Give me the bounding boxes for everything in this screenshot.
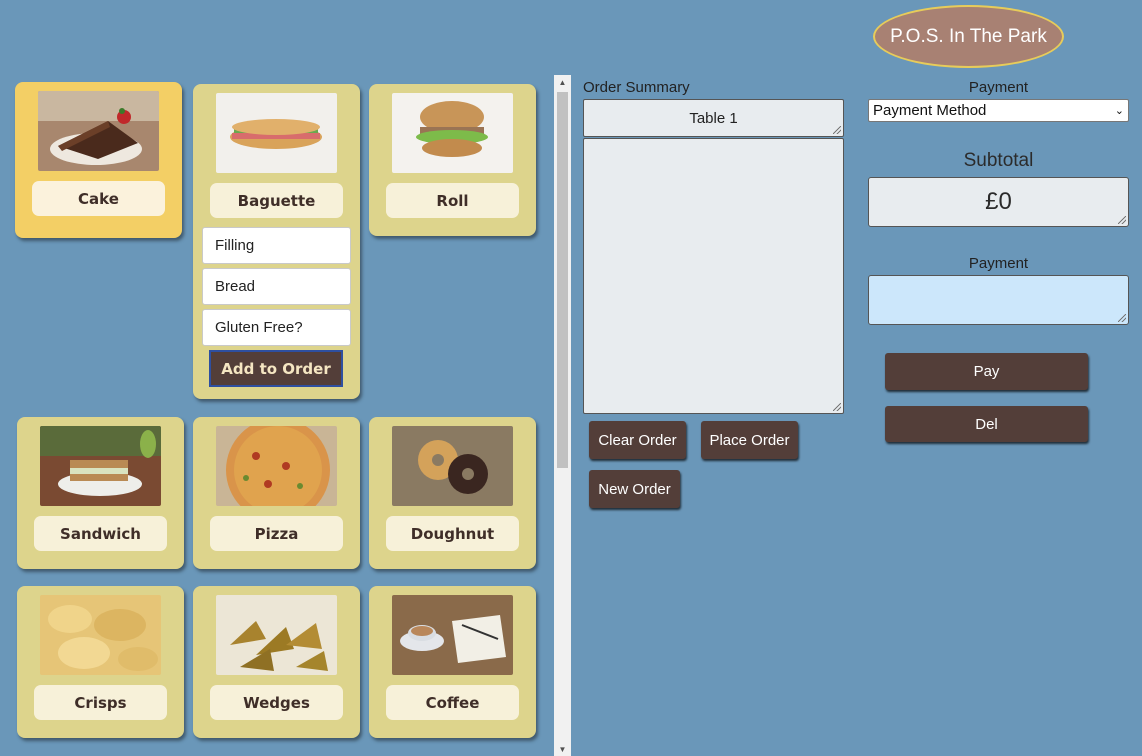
- pizza-photo: [216, 426, 337, 506]
- wedges-photo: [216, 595, 337, 675]
- product-card-baguette[interactable]: Baguette Filling Bread Gluten Free? Add …: [193, 84, 360, 399]
- resize-handle-icon[interactable]: [1118, 216, 1126, 224]
- subtotal-field[interactable]: £0: [868, 177, 1129, 227]
- scroll-up-arrow-icon[interactable]: ▲: [554, 75, 571, 89]
- product-card-wedges[interactable]: Wedges: [193, 586, 360, 738]
- product-name: Pizza: [210, 516, 343, 551]
- crisps-photo: [40, 595, 161, 675]
- product-card-pizza[interactable]: Pizza: [193, 417, 360, 569]
- product-name: Wedges: [210, 685, 343, 720]
- bread-select[interactable]: Bread: [202, 268, 351, 305]
- new-order-button[interactable]: New Order: [589, 470, 680, 508]
- resize-handle-icon[interactable]: [1118, 314, 1126, 322]
- product-name: Roll: [386, 183, 519, 218]
- gluten-free-select[interactable]: Gluten Free?: [202, 309, 351, 346]
- bread-label: Bread: [215, 278, 256, 295]
- product-card-roll[interactable]: Roll: [369, 84, 536, 236]
- order-items-area[interactable]: [583, 138, 844, 414]
- product-scrollbar[interactable]: ▲ ▼: [554, 75, 571, 756]
- filling-select[interactable]: Filling: [202, 227, 351, 264]
- order-summary-label: Order Summary: [583, 79, 690, 96]
- table-value: Table 1: [689, 109, 738, 127]
- filling-label: Filling: [215, 237, 255, 254]
- product-name: Doughnut: [386, 516, 519, 551]
- del-button[interactable]: Del: [885, 406, 1088, 442]
- payment-label: Payment: [968, 255, 1029, 272]
- payment-heading: Payment: [968, 79, 1029, 96]
- pay-button[interactable]: Pay: [885, 353, 1088, 390]
- scrollbar-thumb[interactable]: [557, 92, 568, 468]
- resize-handle-icon[interactable]: [833, 403, 841, 411]
- product-card-cake[interactable]: Cake: [15, 82, 182, 238]
- cake-photo: [38, 91, 159, 171]
- product-name: Baguette: [210, 183, 343, 218]
- brand-badge: P.O.S. In The Park: [873, 5, 1064, 68]
- add-to-order-button[interactable]: Add to Order: [209, 350, 343, 387]
- clear-order-button[interactable]: Clear Order: [589, 421, 686, 459]
- product-card-crisps[interactable]: Crisps: [17, 586, 184, 738]
- product-card-coffee[interactable]: Coffee: [369, 586, 536, 738]
- place-order-button[interactable]: Place Order: [701, 421, 798, 459]
- scroll-down-arrow-icon[interactable]: ▼: [554, 742, 571, 756]
- gluten-free-label: Gluten Free?: [215, 319, 303, 336]
- product-name: Sandwich: [34, 516, 167, 551]
- baguette-photo: [216, 93, 337, 173]
- doughnut-photo: [392, 426, 513, 506]
- product-card-sandwich[interactable]: Sandwich: [17, 417, 184, 569]
- payment-method-value: Payment Method: [873, 102, 987, 119]
- product-card-doughnut[interactable]: Doughnut: [369, 417, 536, 569]
- table-field[interactable]: Table 1: [583, 99, 844, 137]
- resize-handle-icon[interactable]: [833, 126, 841, 134]
- payment-input[interactable]: [868, 275, 1129, 325]
- coffee-photo: [392, 595, 513, 675]
- payment-method-select[interactable]: Payment Method ⌄: [868, 99, 1129, 122]
- sandwich-photo: [40, 426, 161, 506]
- roll-photo: [392, 93, 513, 173]
- product-name: Crisps: [34, 685, 167, 720]
- product-name: Cake: [32, 181, 165, 216]
- subtotal-label: Subtotal: [963, 150, 1034, 171]
- chevron-down-icon: ⌄: [1114, 105, 1124, 117]
- subtotal-value: £0: [985, 188, 1012, 215]
- product-name: Coffee: [386, 685, 519, 720]
- brand-title: P.O.S. In The Park: [890, 25, 1047, 47]
